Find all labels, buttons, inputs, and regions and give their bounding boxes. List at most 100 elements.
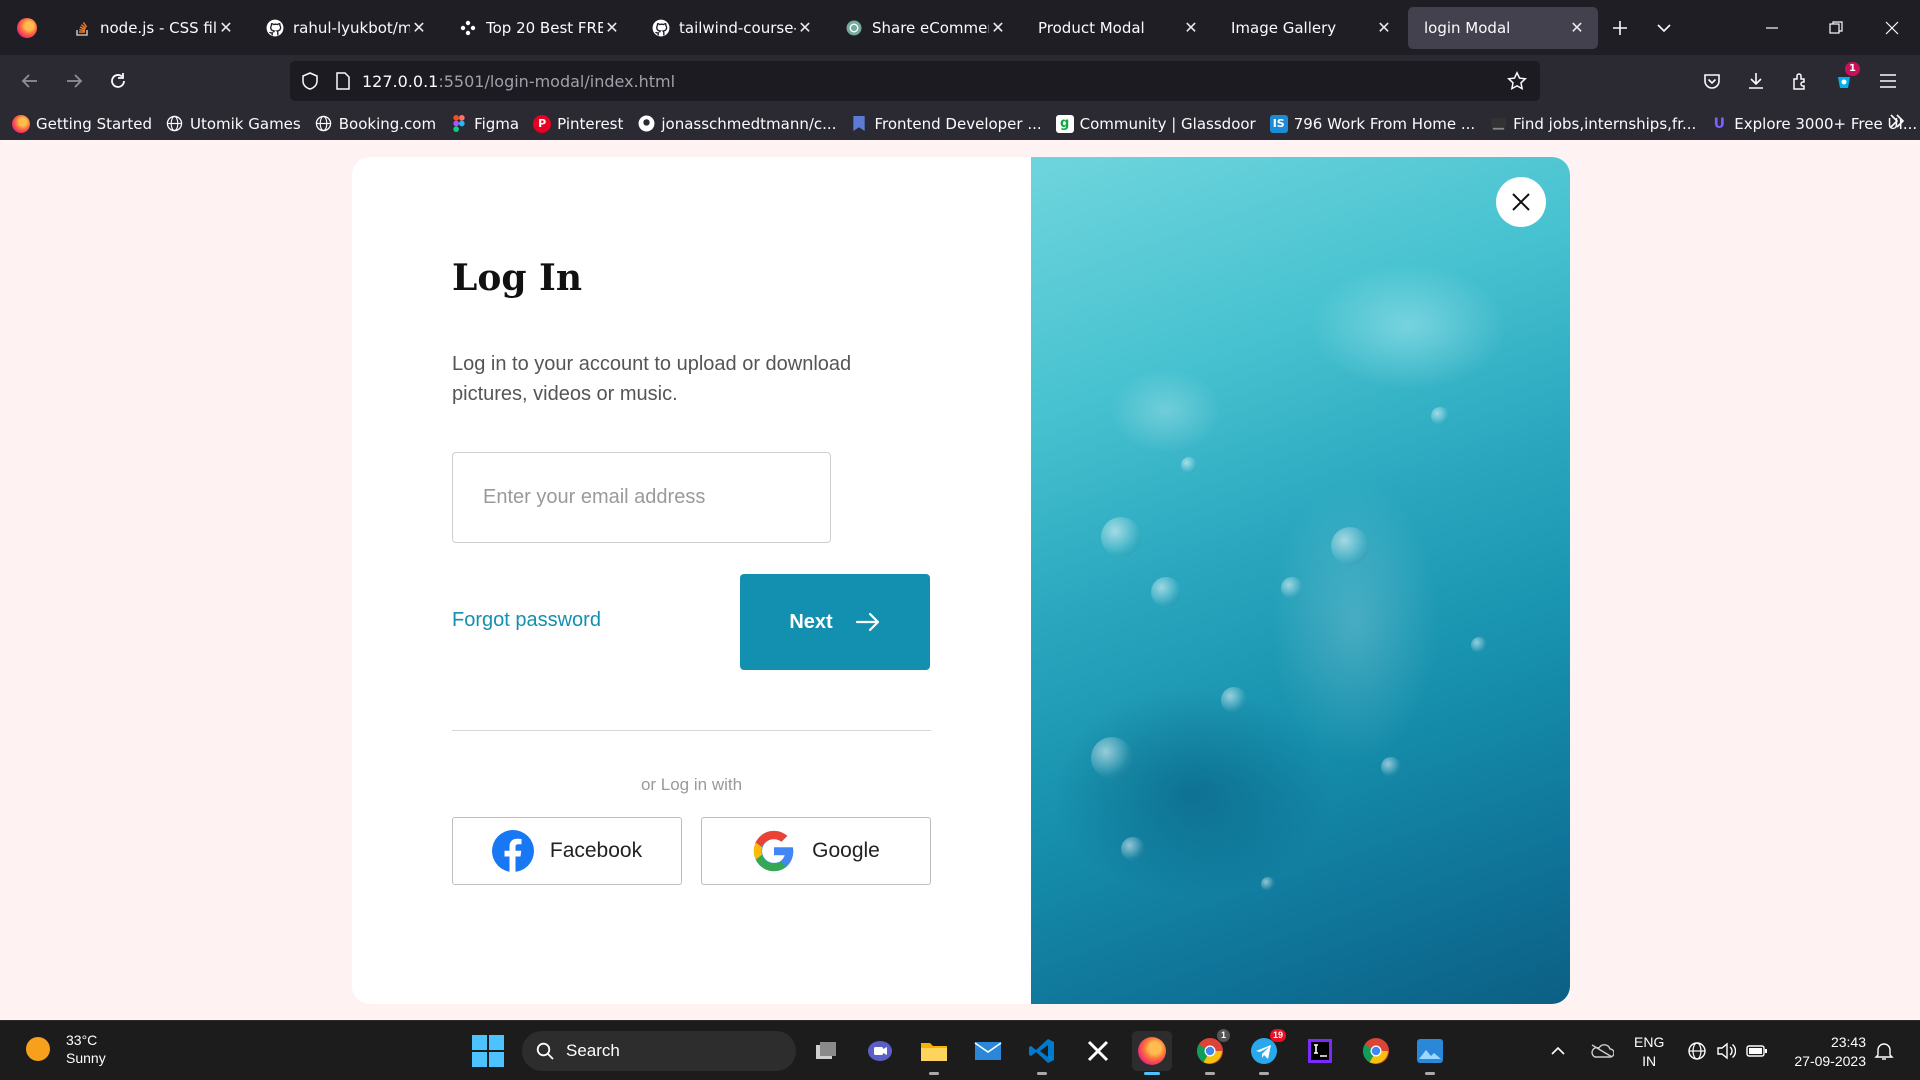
tab-title: node.js - CSS file l (100, 18, 217, 37)
bookmark-item[interactable]: Frontend Developer ... (850, 115, 1042, 133)
language-indicator[interactable]: ENG IN (1634, 1033, 1664, 1071)
intellij-icon[interactable] (1300, 1031, 1340, 1071)
url-bar[interactable]: 127.0.0.1:5501/login-modal/index.html (290, 61, 1540, 101)
is-icon: IS (1269, 114, 1288, 133)
google-login-button[interactable]: Google (701, 817, 931, 885)
minimize-icon[interactable] (1744, 0, 1800, 55)
pocket-icon[interactable] (1690, 59, 1734, 103)
close-window-icon[interactable] (1864, 0, 1920, 55)
forward-icon[interactable] (52, 59, 96, 103)
shield-icon[interactable] (290, 72, 330, 90)
tab-title: Product Modal (1038, 18, 1145, 37)
bookmark-item[interactable]: Getting Started (12, 114, 152, 133)
running-indicator (1425, 1072, 1435, 1075)
bookmark-item[interactable]: Find jobs,internships,fr... (1489, 115, 1696, 133)
clock[interactable]: 23:43 27-09-2023 (1780, 1033, 1866, 1071)
tab-tailwind-course[interactable]: tailwind-course-pr ✕ (636, 7, 826, 49)
running-indicator (929, 1072, 939, 1075)
water-bubble (1381, 757, 1401, 777)
tab-github-mini[interactable]: rahul-lyukbot/mini ✕ (250, 7, 440, 49)
taskbar-search[interactable]: Search (522, 1031, 796, 1071)
navigation-toolbar: 127.0.0.1:5501/login-modal/index.html 1 (0, 55, 1920, 107)
photos-icon[interactable] (1410, 1031, 1450, 1075)
tab-close-icon[interactable]: ✕ (1182, 18, 1200, 37)
battery-icon[interactable] (1746, 1021, 1768, 1080)
downloads-icon[interactable] (1734, 59, 1778, 103)
google-icon (752, 829, 796, 873)
tab-close-icon[interactable]: ✕ (796, 18, 814, 37)
tab-close-icon[interactable]: ✕ (410, 18, 428, 37)
list-tabs-icon[interactable] (1642, 7, 1686, 49)
show-hidden-icons-chevron[interactable] (1550, 1021, 1566, 1080)
forgot-password-link[interactable]: Forgot password (452, 609, 601, 632)
url-text: 127.0.0.1:5501/login-modal/index.html (362, 72, 675, 91)
bookmark-item[interactable]: g Community | Glassdoor (1055, 114, 1256, 133)
restore-icon[interactable] (1808, 0, 1864, 55)
search-icon (536, 1042, 554, 1060)
bookmark-item[interactable]: Booking.com (315, 115, 436, 133)
bookmark-star-icon[interactable] (1502, 66, 1532, 96)
tab-top20[interactable]: Top 20 Best FREE T ✕ (443, 7, 633, 49)
chrome-icon[interactable]: 1 (1190, 1029, 1230, 1075)
tab-login-modal[interactable]: login Modal ✕ (1408, 6, 1598, 49)
tab-image-gallery[interactable]: Image Gallery ✕ (1215, 7, 1405, 49)
teams-icon[interactable] (860, 1031, 900, 1071)
file-explorer-icon[interactable] (914, 1031, 954, 1075)
tab-close-icon[interactable]: ✕ (217, 18, 235, 37)
weather-condition: Sunny (66, 1050, 106, 1066)
bookmark-item[interactable]: IS 796 Work From Home ... (1269, 114, 1476, 133)
tab-share-ecommerce[interactable]: Share eCommerce ✕ (829, 7, 1019, 49)
firefox-taskbar-icon[interactable] (1132, 1031, 1172, 1075)
facebook-icon (491, 830, 534, 872)
back-icon[interactable] (8, 59, 52, 103)
firefox-menu-icon[interactable] (0, 0, 54, 55)
bookmark-item[interactable]: P Pinterest (533, 114, 624, 133)
water-bubble (1091, 737, 1133, 779)
tab-nodejs-css[interactable]: node.js - CSS file l ✕ (57, 7, 247, 49)
login-form-panel: Log In Log in to your account to upload … (352, 157, 1031, 1004)
tab-close-icon[interactable]: ✕ (989, 18, 1007, 37)
chrome-profile-icon[interactable] (1356, 1031, 1396, 1071)
running-indicator (1144, 1072, 1160, 1075)
reload-icon[interactable] (96, 59, 140, 103)
bookmark-item[interactable]: U Explore 3000+ Free UI... (1710, 115, 1918, 133)
weather-widget[interactable]: 33°C Sunny (26, 1031, 106, 1067)
next-button[interactable]: Next (740, 574, 930, 670)
chevron-double-right-icon[interactable] (1888, 111, 1906, 135)
extensions-icon[interactable] (1778, 59, 1822, 103)
windows-start-icon[interactable] (472, 1035, 504, 1067)
mail-icon[interactable] (968, 1031, 1008, 1071)
extension-badge-icon[interactable]: 1 (1822, 59, 1866, 103)
windows-taskbar: 33°C Sunny Search 1 19 ENG IN 23:43 27-09-… (0, 1020, 1920, 1080)
modal-close-button[interactable] (1496, 177, 1546, 227)
volume-icon[interactable] (1716, 1021, 1736, 1080)
bookmark-item[interactable]: Utomik Games (166, 115, 301, 133)
network-icon[interactable] (1687, 1021, 1707, 1080)
email-input[interactable] (452, 452, 831, 543)
dots-icon (459, 19, 477, 37)
bookmark-label: Community | Glassdoor (1079, 114, 1256, 133)
tab-product-modal[interactable]: Product Modal ✕ (1022, 7, 1212, 49)
water-bubble (1181, 457, 1197, 473)
tab-close-icon[interactable]: ✕ (603, 18, 621, 37)
bookmark-item[interactable]: jonasschmedtmann/c... (637, 115, 836, 133)
hamburger-menu-icon[interactable] (1866, 59, 1910, 103)
bookmark-label: 796 Work From Home ... (1293, 114, 1476, 133)
water-bubble (1471, 637, 1487, 653)
page-icon[interactable] (330, 72, 356, 90)
tab-close-icon[interactable]: ✕ (1375, 18, 1393, 37)
onedrive-icon[interactable] (1590, 1021, 1614, 1080)
notifications-icon[interactable] (1874, 1021, 1894, 1080)
task-view-icon[interactable] (806, 1031, 846, 1071)
bookmark-label: Pinterest (557, 114, 624, 133)
x-twitter-icon[interactable] (1078, 1031, 1118, 1071)
tab-close-icon[interactable]: ✕ (1568, 18, 1586, 37)
facebook-label: Facebook (549, 839, 643, 862)
telegram-icon[interactable]: 19 (1244, 1029, 1286, 1075)
new-tab-icon[interactable] (1598, 7, 1642, 49)
divider (452, 730, 931, 731)
facebook-login-button[interactable]: Facebook (452, 817, 682, 885)
bookmark-item[interactable]: Figma (450, 115, 519, 133)
vscode-icon[interactable] (1022, 1031, 1062, 1075)
water-bubble (1151, 577, 1181, 607)
